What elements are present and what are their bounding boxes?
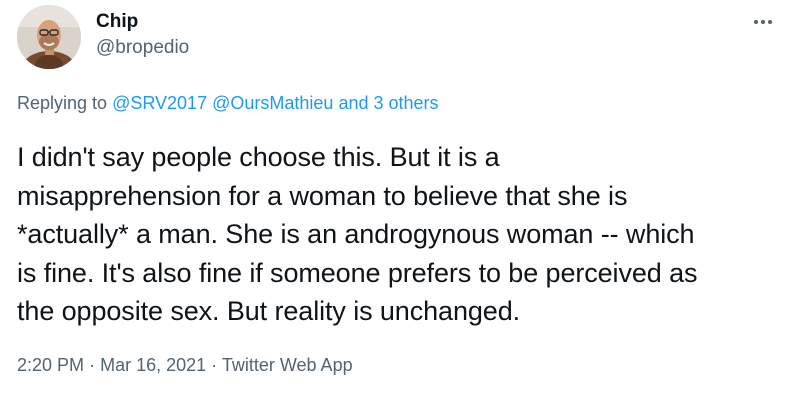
author-name[interactable]: Chip bbox=[96, 10, 138, 34]
author-handle[interactable]: @bropedio bbox=[96, 36, 189, 60]
mention-link-srv2017[interactable]: @SRV2017 bbox=[112, 93, 207, 113]
meta-separator: · bbox=[89, 355, 96, 375]
tweet-time-link[interactable]: 2:20 PM bbox=[17, 355, 84, 375]
tweet-meta: 2:20 PM · Mar 16, 2021 · Twitter Web App bbox=[17, 353, 353, 377]
mention-link-others[interactable]: 3 others bbox=[374, 93, 439, 113]
user-avatar-photo-icon bbox=[17, 5, 81, 69]
more-options-button[interactable] bbox=[746, 8, 780, 36]
mention-link-oursmathieu[interactable]: @OursMathieu bbox=[212, 93, 333, 113]
meta-separator: · bbox=[211, 355, 218, 375]
tweet-card: Chip @bropedio Replying to @SRV2017 @Our… bbox=[0, 0, 793, 400]
tweet-source-link[interactable]: Twitter Web App bbox=[222, 355, 353, 375]
tweet-text: I didn't say people choose this. But it … bbox=[17, 142, 698, 326]
tweet-date-link[interactable]: Mar 16, 2021 bbox=[100, 355, 206, 375]
reply-context: Replying to @SRV2017 @OursMathieu and 3 … bbox=[17, 91, 439, 115]
reply-connector[interactable]: and bbox=[338, 93, 368, 113]
more-options-icon bbox=[754, 20, 772, 24]
reply-prefix: Replying to bbox=[17, 93, 108, 113]
avatar[interactable] bbox=[17, 5, 81, 69]
